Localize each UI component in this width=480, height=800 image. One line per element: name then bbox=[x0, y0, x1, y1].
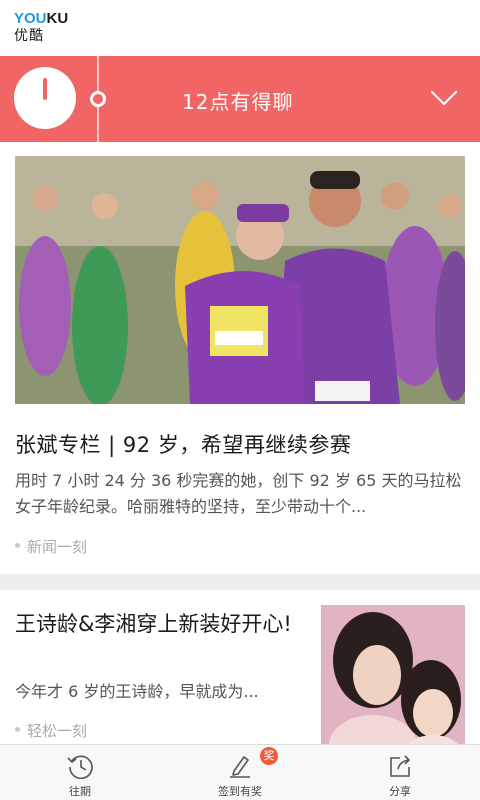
news-card[interactable]: 张斌专栏 | 92 岁，希望再继续参赛 用时 7 小时 24 分 36 秒完赛的… bbox=[0, 142, 480, 572]
chevron-down-icon[interactable] bbox=[430, 90, 458, 106]
news-description: 今年才 6 岁的王诗龄，早就成为... bbox=[15, 682, 259, 701]
news-source: 新闻一刻 bbox=[15, 536, 87, 557]
source-label: 新闻一刻 bbox=[27, 538, 88, 556]
logo-chinese: 优酷 bbox=[14, 28, 44, 44]
banner-title: 12点有得聊 bbox=[182, 90, 294, 114]
share-icon bbox=[390, 755, 411, 777]
history-clock-icon bbox=[67, 755, 93, 779]
pen-sign-icon bbox=[230, 756, 250, 778]
news-thumbnail[interactable] bbox=[321, 605, 465, 744]
top-bar: YOUKU 优酷 bbox=[0, 0, 480, 56]
bottom-tab-bar: 往期 签到有奖 奖 分享 bbox=[0, 744, 480, 800]
tab-label: 签到有奖 bbox=[218, 785, 262, 798]
source-label: 轻松一刻 bbox=[27, 722, 88, 740]
news-image[interactable] bbox=[15, 156, 465, 404]
reward-badge: 奖 bbox=[260, 747, 278, 765]
bullet-icon bbox=[15, 543, 20, 548]
timeline-dot bbox=[90, 91, 106, 107]
news-description: 用时 7 小时 24 分 36 秒完赛的她，创下 92 岁 65 天的马拉松女子… bbox=[15, 471, 462, 516]
tab-history[interactable]: 往期 bbox=[0, 745, 160, 800]
bullet-icon bbox=[15, 727, 20, 732]
section-divider bbox=[0, 574, 480, 590]
tab-label: 往期 bbox=[69, 785, 91, 798]
news-card[interactable]: 王诗龄&李湘穿上新装好开心! 今年才 6 岁的王诗龄，早就成为... 轻松一刻 bbox=[0, 590, 480, 744]
tab-share[interactable]: 分享 bbox=[320, 745, 480, 800]
youku-logo[interactable]: YOUKU 优酷 bbox=[14, 11, 68, 43]
logo-wordmark: YOUKU bbox=[14, 10, 69, 27]
topic-banner[interactable]: 12点有得聊 bbox=[0, 56, 480, 142]
tab-checkin[interactable]: 签到有奖 bbox=[160, 745, 320, 800]
news-title[interactable]: 张斌专栏 | 92 岁，希望再继续参赛 bbox=[15, 429, 351, 459]
clock-icon bbox=[14, 67, 76, 129]
news-source: 轻松一刻 bbox=[15, 720, 87, 741]
tab-label: 分享 bbox=[389, 785, 411, 798]
news-title[interactable]: 王诗龄&李湘穿上新装好开心! bbox=[15, 608, 300, 640]
